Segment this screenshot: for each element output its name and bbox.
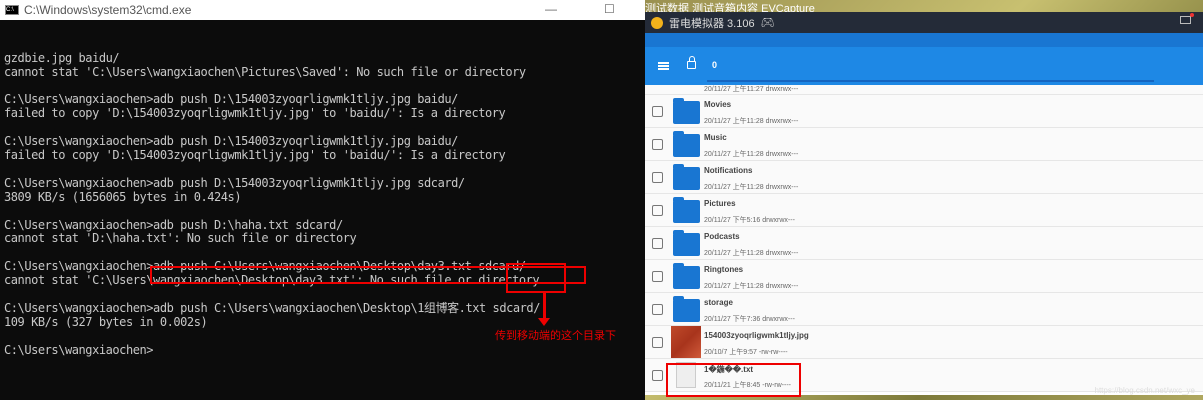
select-checkbox[interactable] <box>652 370 663 381</box>
select-checkbox[interactable] <box>652 304 663 315</box>
file-name: Pictures <box>704 199 736 208</box>
file-meta: 20/11/27 上午11:28 drwxrwx--- <box>704 283 799 290</box>
arrow-head-icon <box>538 318 550 326</box>
select-checkbox[interactable] <box>652 139 663 150</box>
file-name: Ringtones <box>704 265 744 274</box>
cmd-title-bar[interactable]: C:\ C:\Windows\system32\cmd.exe — ☐ <box>0 0 645 20</box>
item-meta: 20/11/27 上午11:27 drwxrwx--- <box>704 86 799 93</box>
file-list-item[interactable]: Ringtones 20/11/27 上午11:28 drwxrwx--- <box>645 260 1203 293</box>
folder-icon <box>673 197 700 223</box>
file-list-item[interactable]: Notifications 20/11/27 上午11:28 drwxrwx--- <box>645 161 1203 194</box>
folder-icon <box>673 98 700 124</box>
file-name: Podcasts <box>704 232 740 241</box>
file-meta: 20/10/7 上午9:57 -rw-rw---- <box>704 349 788 356</box>
console-line: failed to copy 'D:\154003zyoqrligwmk1tlj… <box>4 148 506 163</box>
console-line: C:\Users\wangxiaochen>adb push C:\Users\… <box>4 300 540 315</box>
file-meta: 20/11/27 上午11:28 drwxrwx--- <box>704 184 799 191</box>
menu-icon[interactable] <box>658 62 669 70</box>
watermark: https://blog.csdn.net/wxc_ye <box>1094 386 1196 395</box>
select-checkbox[interactable] <box>652 172 663 183</box>
file-name: Notifications <box>704 166 753 175</box>
folder-icon <box>673 131 700 157</box>
emulator-title-bar[interactable]: 雷电模拟器 3.106 🎮︎ <box>645 12 1203 33</box>
file-name: storage <box>704 298 733 307</box>
file-meta: 20/11/27 上午11:28 drwxrwx--- <box>704 118 799 125</box>
cmd-app-icon: C:\ <box>5 5 19 15</box>
file-meta: 20/11/27 下午5:16 drwxrwx--- <box>704 217 795 224</box>
file-manager-toolbar: 0 <box>645 47 1203 85</box>
select-checkbox[interactable] <box>652 106 663 117</box>
arrow-down-icon <box>543 292 546 320</box>
file-list-item[interactable]: Pictures 20/11/27 下午5:16 drwxrwx--- <box>645 194 1203 227</box>
list-item-partial[interactable]: 20/11/27 上午11:27 drwxrwx--- <box>645 85 1203 95</box>
android-status-bar <box>645 33 1203 47</box>
console-line: C:\Users\wangxiaochen>adb push D:\154003… <box>4 92 458 107</box>
desktop-top-text: 测试数据 测试音箱内容 EVCapture <box>645 3 815 12</box>
lock-icon[interactable] <box>687 56 696 69</box>
select-checkbox[interactable] <box>652 271 663 282</box>
folder-icon <box>673 164 700 190</box>
folder-icon <box>673 263 700 289</box>
console-line: C:\Users\wangxiaochen>adb push D:\154003… <box>4 134 458 149</box>
file-list-item[interactable]: Podcasts 20/11/27 上午11:28 drwxrwx--- <box>645 227 1203 260</box>
select-checkbox[interactable] <box>652 337 663 348</box>
file-meta: 20/11/27 上午11:28 drwxrwx--- <box>704 250 799 257</box>
emulator-logo-icon <box>651 16 663 29</box>
folder-icon <box>673 230 700 256</box>
highlight-file-box <box>666 363 801 397</box>
path-breadcrumb[interactable]: 0 <box>712 60 717 70</box>
console-line: 3809 KB/s (1656065 bytes in 0.424s) <box>4 189 242 204</box>
file-list-item[interactable]: Music 20/11/27 上午11:28 drwxrwx--- <box>645 128 1203 161</box>
image-thumbnail <box>671 326 701 358</box>
maximize-button[interactable]: ☐ <box>604 2 615 16</box>
console-line: gzdbie.jpg baidu/ <box>4 50 120 65</box>
console-line: C:\Users\wangxiaochen>adb push D:\haha.t… <box>4 217 343 232</box>
cmd-title: C:\Windows\system32\cmd.exe <box>24 3 192 17</box>
highlight-sdcard-box <box>506 263 566 293</box>
console-line: cannot stat 'D:\haha.txt': No such file … <box>4 231 357 246</box>
mail-icon[interactable] <box>1180 13 1194 24</box>
minimize-button[interactable]: — <box>545 2 557 16</box>
path-underline <box>707 80 1154 82</box>
file-name: Music <box>704 133 727 142</box>
select-checkbox[interactable] <box>652 205 663 216</box>
file-list-item[interactable]: Movies 20/11/27 上午11:28 drwxrwx--- <box>645 95 1203 128</box>
gamepad-icon[interactable]: 🎮︎ <box>761 16 775 29</box>
emulator-window[interactable]: 雷电模拟器 3.106 🎮︎ 0 20/11/27 上午11:27 drwxrw… <box>645 12 1203 395</box>
file-list-item[interactable]: storage 20/11/27 下午7:36 drwxrwx--- <box>645 293 1203 326</box>
file-meta: 20/11/27 上午11:28 drwxrwx--- <box>704 151 799 158</box>
file-name: 154003zyoqrligwmk1tljy.jpg <box>704 331 809 340</box>
file-name: Movies <box>704 100 732 109</box>
annotation-text: 传到移动端的这个目录下 <box>495 330 616 342</box>
file-meta: 20/11/27 下午7:36 drwxrwx--- <box>704 316 795 323</box>
console-line: C:\Users\wangxiaochen>adb push D:\154003… <box>4 175 465 190</box>
emulator-title: 雷电模拟器 3.106 <box>669 17 755 30</box>
select-checkbox[interactable] <box>652 238 663 249</box>
console-line: cannot stat 'C:\Users\wangxiaochen\Pictu… <box>4 64 526 79</box>
folder-icon <box>673 296 700 322</box>
file-list-item[interactable]: 154003zyoqrligwmk1tljy.jpg 20/10/7 上午9:57… <box>645 326 1203 359</box>
console-line: failed to copy 'D:\154003zyoqrligwmk1tlj… <box>4 106 506 121</box>
console-line: C:\Users\wangxiaochen> <box>4 342 154 357</box>
